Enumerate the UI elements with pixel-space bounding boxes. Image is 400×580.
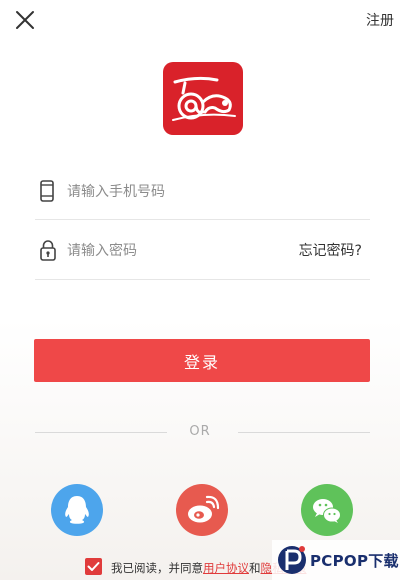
forgot-password-link[interactable]: 忘记密码? — [299, 240, 362, 260]
agreement-checkbox[interactable] — [85, 558, 102, 575]
register-link[interactable]: 注册 — [366, 10, 394, 30]
phone-input[interactable] — [65, 179, 299, 205]
wechat-login-button[interactable] — [301, 484, 353, 536]
check-icon — [87, 562, 100, 571]
weibo-icon — [188, 495, 220, 523]
qq-login-button[interactable] — [51, 484, 103, 536]
login-button[interactable]: 登录 — [34, 339, 370, 382]
password-divider — [35, 279, 370, 280]
or-line-right — [238, 432, 370, 433]
wechat-icon — [313, 499, 341, 523]
phone-row — [35, 171, 370, 211]
phone-divider — [35, 219, 370, 220]
weibo-login-button[interactable] — [176, 484, 228, 536]
app-logo — [163, 62, 243, 135]
agreement-prefix: 我已阅读，并同意 — [111, 561, 203, 575]
password-input[interactable] — [65, 238, 299, 264]
phone-icon — [40, 180, 54, 202]
close-icon — [16, 11, 34, 29]
close-button[interactable] — [12, 8, 38, 34]
user-agreement-link[interactable]: 用户协议 — [203, 561, 249, 575]
watermark-text: PCPOP下载 — [310, 552, 399, 570]
lock-icon — [40, 240, 56, 261]
qq-icon — [65, 496, 89, 524]
agreement-and: 和 — [249, 561, 261, 575]
